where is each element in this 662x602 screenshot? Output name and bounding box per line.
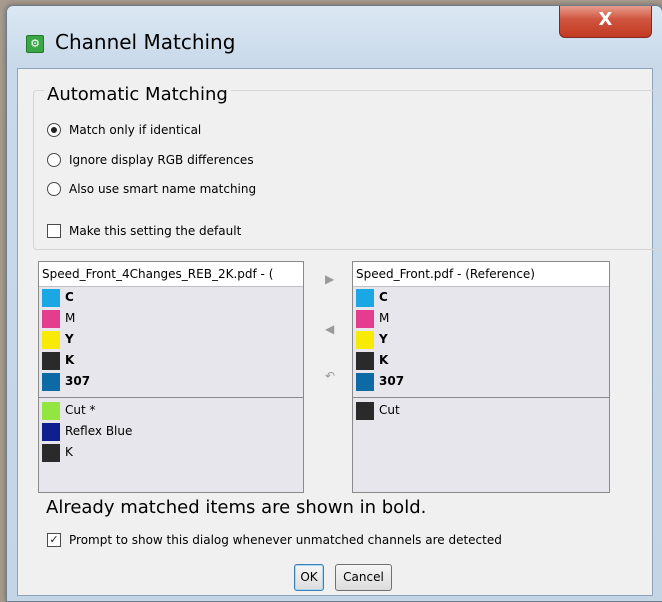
reference-file-header: Speed_Front.pdf - (Reference) (353, 262, 609, 287)
channel-name: C (65, 290, 74, 304)
list-item[interactable]: Cut * (39, 400, 303, 421)
matched-channels-section: C M Y K 307 (353, 287, 609, 398)
color-swatch (42, 352, 60, 370)
checkbox-label: Make this setting the default (69, 224, 242, 238)
radio-button-icon[interactable] (47, 181, 61, 196)
channel-matching-dialog: ⚙ Channel Matching X Automatic Matching … (6, 5, 662, 602)
color-swatch (42, 310, 60, 328)
checkbox-checked-icon[interactable]: ✓ (47, 532, 61, 547)
channel-name: Y (379, 332, 388, 346)
color-swatch (356, 289, 374, 307)
source-file-header: Speed_Front_4Changes_REB_2K.pdf - ( (39, 262, 303, 287)
list-item[interactable]: Reflex Blue (39, 421, 303, 442)
unmatched-channels-section: Cut * Reflex Blue K (39, 398, 303, 463)
channel-name: K (65, 353, 75, 367)
list-item[interactable]: M (39, 308, 303, 329)
channel-name: M (65, 311, 76, 325)
radio-ignore-rgb[interactable]: Ignore display RGB differences (47, 152, 254, 168)
color-swatch (356, 310, 374, 328)
matched-channels-section: C M Y K 307 (39, 287, 303, 398)
color-swatch (42, 402, 60, 420)
radio-smart-name[interactable]: Also use smart name matching (47, 181, 256, 197)
color-swatch (356, 373, 374, 391)
radio-button-icon[interactable] (47, 152, 61, 167)
color-swatch (356, 331, 374, 349)
channel-name: Y (65, 332, 74, 346)
list-item[interactable]: 307 (353, 371, 609, 392)
checkbox-icon[interactable] (47, 223, 61, 238)
app-icon: ⚙ (26, 35, 44, 53)
checkbox-label: Prompt to show this dialog whenever unma… (69, 533, 502, 547)
close-button[interactable]: X (559, 6, 652, 38)
color-swatch (356, 352, 374, 370)
source-channel-list[interactable]: Speed_Front_4Changes_REB_2K.pdf - ( C M … (38, 261, 304, 493)
unmatched-channels-section: Cut (353, 398, 609, 421)
list-item[interactable]: K (353, 350, 609, 371)
radio-label: Also use smart name matching (69, 182, 257, 196)
window-title: Channel Matching (55, 30, 236, 54)
info-text: Already matched items are shown in bold. (46, 497, 427, 518)
channel-name: K (65, 445, 73, 459)
list-item[interactable]: M (353, 308, 609, 329)
list-item[interactable]: C (353, 287, 609, 308)
color-swatch (42, 289, 60, 307)
list-item[interactable]: 307 (39, 371, 303, 392)
color-swatch (356, 402, 374, 420)
channel-name: C (379, 290, 388, 304)
prompt-checkbox[interactable]: ✓ Prompt to show this dialog whenever unm… (47, 532, 502, 548)
list-item[interactable]: Cut (353, 400, 609, 421)
list-item[interactable]: K (39, 442, 303, 463)
reference-channel-list[interactable]: Speed_Front.pdf - (Reference) C M Y K 30… (352, 261, 610, 493)
channel-name: K (379, 353, 389, 367)
match-right-arrow-icon[interactable]: ▶ (325, 272, 334, 286)
radio-button-selected-icon[interactable] (47, 122, 61, 137)
channel-name: 307 (65, 374, 91, 388)
channel-name: M (379, 311, 390, 325)
list-item[interactable]: K (39, 350, 303, 371)
default-setting-checkbox[interactable]: Make this setting the default (47, 223, 241, 239)
undo-arrow-icon[interactable]: ↶ (325, 369, 335, 383)
radio-label: Match only if identical (69, 123, 202, 137)
channel-name: 307 (379, 374, 405, 388)
radio-match-identical[interactable]: Match only if identical (47, 122, 201, 138)
list-item[interactable]: Y (353, 329, 609, 350)
match-left-arrow-icon[interactable]: ◀ (325, 322, 334, 336)
color-swatch (42, 373, 60, 391)
channel-name: Cut * (65, 403, 96, 417)
list-item[interactable]: Y (39, 329, 303, 350)
channel-name: Reflex Blue (65, 424, 133, 438)
cancel-button[interactable]: Cancel (335, 564, 392, 591)
radio-label: Ignore display RGB differences (69, 153, 254, 167)
list-item[interactable]: C (39, 287, 303, 308)
dialog-content: Automatic Matching Match only if identic… (17, 68, 660, 596)
automatic-matching-heading: Automatic Matching (44, 84, 231, 105)
title-bar: ⚙ Channel Matching X (7, 6, 662, 66)
color-swatch (42, 331, 60, 349)
ok-button[interactable]: OK (294, 564, 324, 591)
color-swatch (42, 444, 60, 462)
channel-name: Cut (379, 403, 400, 417)
color-swatch (42, 423, 60, 441)
